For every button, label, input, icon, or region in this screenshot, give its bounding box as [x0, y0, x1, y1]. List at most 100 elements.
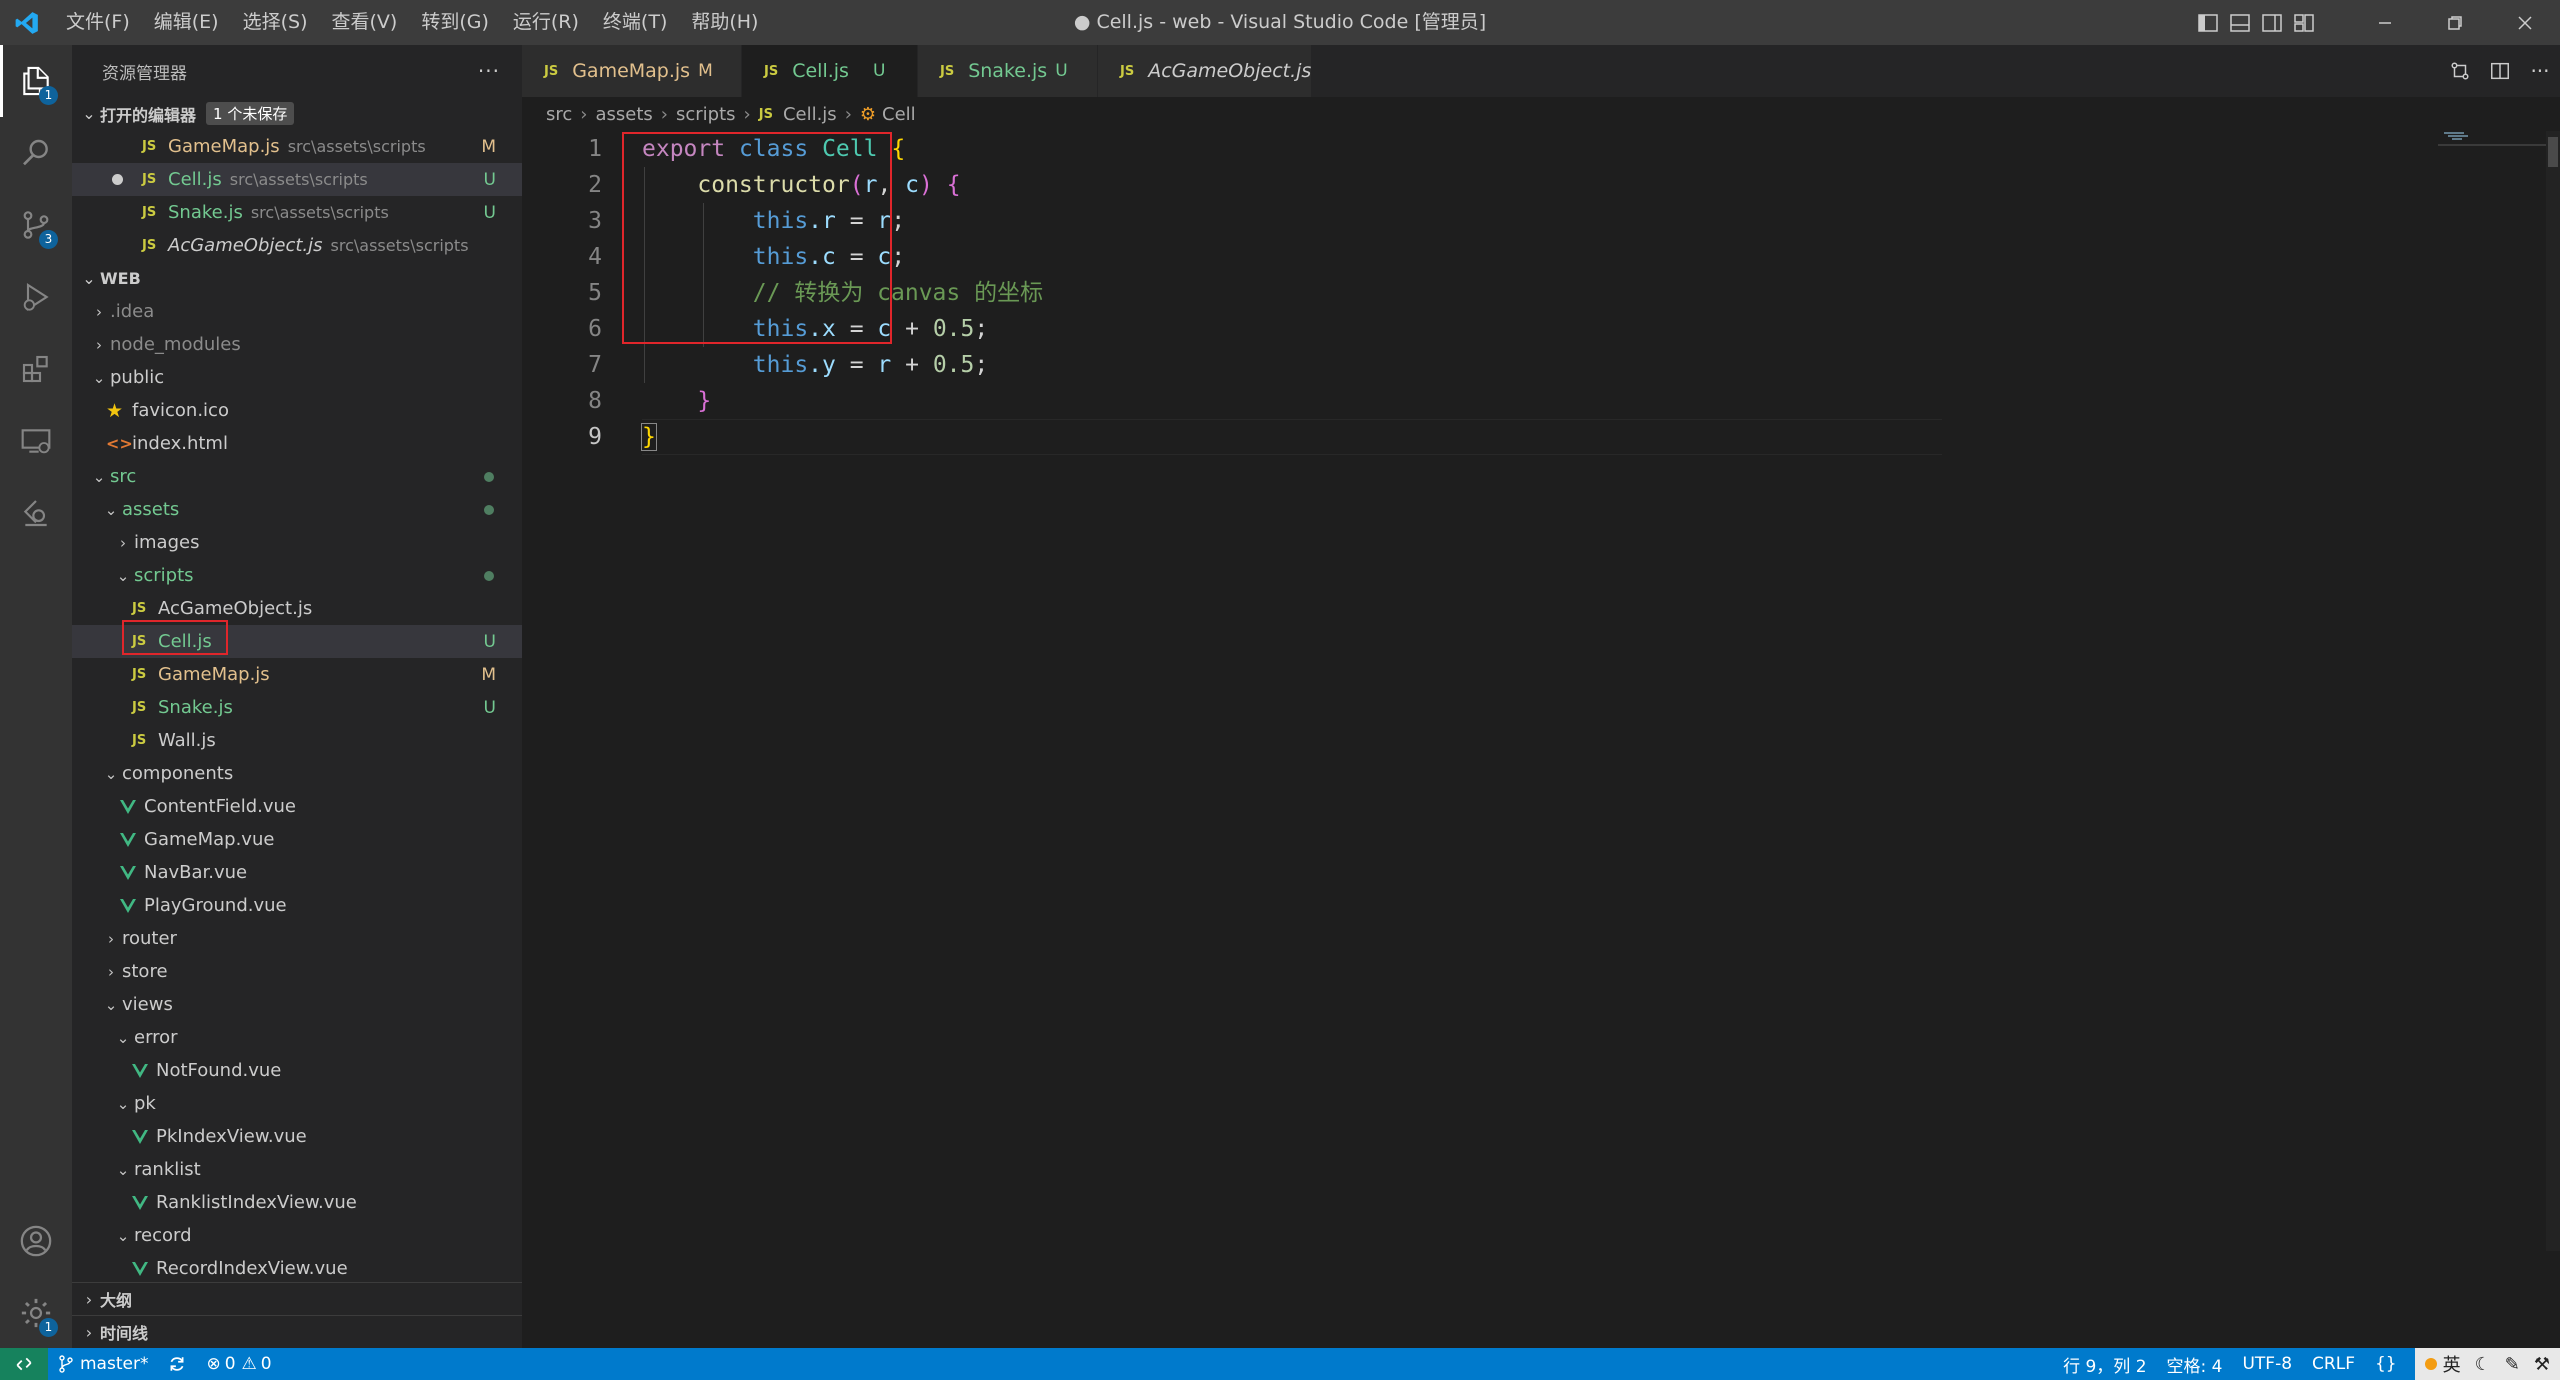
source-control-icon[interactable]: 3: [0, 189, 72, 261]
tree-folder[interactable]: › store: [72, 955, 522, 988]
unsaved-dot-icon[interactable]: [112, 174, 123, 185]
breadcrumb-item[interactable]: scripts: [676, 104, 736, 125]
menu-file[interactable]: 文件(F): [54, 0, 142, 45]
branch-status[interactable]: master*: [48, 1348, 158, 1380]
tree-file[interactable]: <> index.html: [72, 427, 522, 460]
tree-folder[interactable]: › images: [72, 526, 522, 559]
extensions-icon[interactable]: [0, 333, 72, 405]
tree-folder[interactable]: ⌄ components: [72, 757, 522, 790]
toggle-secondary-sidebar-icon[interactable]: [2256, 0, 2288, 45]
menu-edit[interactable]: 编辑(E): [142, 0, 231, 45]
tab-acgameobject[interactable]: JS AcGameObject.js: [1098, 45, 1312, 97]
open-editor-item[interactable]: JS Cell.js src\assets\scripts U: [72, 163, 522, 196]
breadcrumb-item[interactable]: src: [546, 104, 572, 125]
settings-gear-icon[interactable]: 1: [0, 1277, 72, 1349]
open-changes-icon[interactable]: [2440, 45, 2480, 97]
language-mode[interactable]: {}: [2365, 1348, 2407, 1380]
outline-header[interactable]: › 大纲: [72, 1282, 522, 1315]
toggle-sidebar-icon[interactable]: [2192, 0, 2224, 45]
tree-folder[interactable]: › router: [72, 922, 522, 955]
menu-selection[interactable]: 选择(S): [231, 0, 320, 45]
menu-run[interactable]: 运行(R): [501, 0, 591, 45]
tree-file[interactable]: GameMap.vue: [72, 823, 522, 856]
menu-go[interactable]: 转到(G): [409, 0, 501, 45]
tree-folder[interactable]: › node_modules: [72, 328, 522, 361]
chevron-right-icon: ›: [85, 1289, 93, 1309]
problems-status[interactable]: ⊗ 0 ⚠ 0: [196, 1348, 281, 1380]
js-file-icon: JS: [132, 700, 147, 715]
tab-cell[interactable]: JS Cell.js U: [742, 45, 918, 97]
eol-status[interactable]: CRLF: [2302, 1348, 2365, 1380]
open-editor-item[interactable]: JS Snake.js src\assets\scripts U: [72, 196, 522, 229]
minimize-icon[interactable]: [2350, 0, 2420, 45]
git-status: U: [483, 631, 496, 652]
tree-folder[interactable]: ⌄ pk: [72, 1087, 522, 1120]
tool-icon[interactable]: ⚒: [2534, 1354, 2550, 1375]
tree-file[interactable]: JS GameMap.js M: [72, 658, 522, 691]
more-actions-icon[interactable]: ···: [2520, 45, 2560, 97]
tree-folder[interactable]: ⌄ error: [72, 1021, 522, 1054]
breadcrumb-item[interactable]: Cell.js: [783, 104, 837, 125]
chevron-right-icon: ›: [120, 533, 126, 552]
accounts-icon[interactable]: [0, 1205, 72, 1277]
timeline-header[interactable]: › 时间线: [72, 1315, 522, 1348]
restore-icon[interactable]: [2420, 0, 2490, 45]
open-editors-header[interactable]: ⌄ 打开的编辑器 1 个未保存: [72, 97, 522, 130]
breadcrumb-item[interactable]: Cell: [882, 104, 916, 125]
line-number: 8: [588, 388, 602, 414]
customize-layout-icon[interactable]: [2288, 0, 2320, 45]
cursor-position[interactable]: 行 9，列 2: [2053, 1348, 2156, 1380]
minimap[interactable]: [2438, 131, 2548, 171]
remote-indicator-icon[interactable]: [0, 1348, 48, 1380]
menu-terminal[interactable]: 终端(T): [591, 0, 679, 45]
sync-icon[interactable]: [158, 1348, 196, 1380]
tree-file[interactable]: RecordIndexView.vue: [72, 1252, 522, 1285]
menu-help[interactable]: 帮助(H): [679, 0, 770, 45]
ime-indicator[interactable]: 英 ☾ ✎ ⚒: [2414, 1348, 2560, 1380]
search-icon[interactable]: [0, 117, 72, 189]
tree-folder[interactable]: ⌄ ranklist: [72, 1153, 522, 1186]
explorer-icon[interactable]: 1: [0, 45, 72, 117]
menu-view[interactable]: 查看(V): [320, 0, 410, 45]
tree-file[interactable]: NotFound.vue: [72, 1054, 522, 1087]
tree-file[interactable]: NavBar.vue: [72, 856, 522, 889]
tree-file[interactable]: PlayGround.vue: [72, 889, 522, 922]
tree-folder[interactable]: ⌄ assets: [72, 493, 522, 526]
run-debug-icon[interactable]: [0, 261, 72, 333]
tab-gamemap[interactable]: JS GameMap.js M: [522, 45, 742, 97]
split-editor-icon[interactable]: [2480, 45, 2520, 97]
workspace-header[interactable]: ⌄ WEB: [72, 262, 522, 295]
tree-file[interactable]: RanklistIndexView.vue: [72, 1186, 522, 1219]
git-graph-icon[interactable]: [0, 477, 72, 549]
code-editor[interactable]: 1 2 3 4 5 6 7 8 9 export class Cell { co…: [522, 131, 2560, 1348]
breadcrumb-item[interactable]: assets: [595, 104, 652, 125]
line-number: 4: [588, 244, 602, 270]
tree-folder[interactable]: ⌄ public: [72, 361, 522, 394]
moon-icon[interactable]: ☾: [2475, 1354, 2491, 1375]
tree-folder[interactable]: ⌄ src: [72, 460, 522, 493]
indentation-status[interactable]: 空格: 4: [2157, 1348, 2233, 1380]
tree-folder[interactable]: ⌄ record: [72, 1219, 522, 1252]
tree-folder[interactable]: › .idea: [72, 295, 522, 328]
tree-file[interactable]: JS Wall.js: [72, 724, 522, 757]
settings-wrench-icon[interactable]: ✎: [2505, 1354, 2520, 1375]
scrollbar-thumb[interactable]: [2548, 137, 2558, 167]
tree-file[interactable]: JS Snake.js U: [72, 691, 522, 724]
encoding-status[interactable]: UTF-8: [2232, 1348, 2302, 1380]
vertical-scrollbar[interactable]: [2546, 131, 2560, 1251]
open-editor-name: AcGameObject.js: [168, 235, 323, 256]
more-actions-icon[interactable]: ···: [478, 59, 500, 83]
vscode-logo-icon[interactable]: [0, 0, 54, 45]
tree-file[interactable]: PkIndexView.vue: [72, 1120, 522, 1153]
remote-explorer-icon[interactable]: [0, 405, 72, 477]
tree-folder[interactable]: ⌄ scripts: [72, 559, 522, 592]
tree-file[interactable]: ★ favicon.ico: [72, 394, 522, 427]
tree-folder[interactable]: ⌄ views: [72, 988, 522, 1021]
toggle-panel-icon[interactable]: [2224, 0, 2256, 45]
open-editor-item[interactable]: JS GameMap.js src\assets\scripts M: [72, 130, 522, 163]
tree-file[interactable]: ContentField.vue: [72, 790, 522, 823]
close-icon[interactable]: [2490, 0, 2560, 45]
open-editor-item[interactable]: JS AcGameObject.js src\assets\scripts: [72, 229, 522, 262]
tab-snake[interactable]: JS Snake.js U: [918, 45, 1098, 97]
menu-bar: 文件(F) 编辑(E) 选择(S) 查看(V) 转到(G) 运行(R) 终端(T…: [54, 0, 770, 45]
